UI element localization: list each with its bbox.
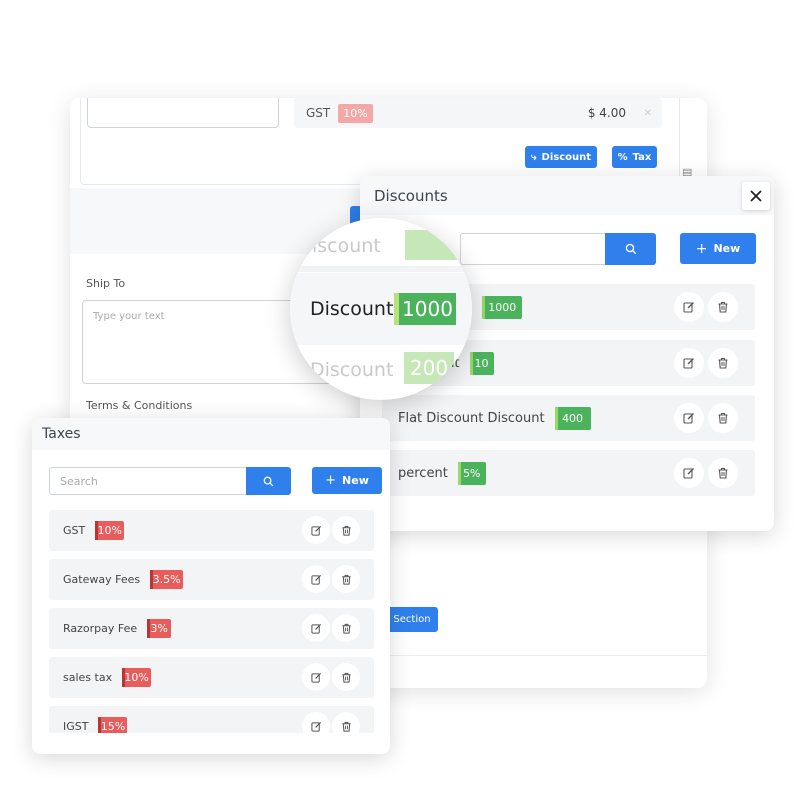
discounts-modal-header: Discounts (360, 176, 774, 215)
edit-icon (310, 525, 321, 536)
edit-icon (310, 574, 321, 585)
trash-icon (718, 412, 728, 424)
trash-icon (341, 623, 351, 634)
delete-tax-button[interactable] (332, 516, 360, 544)
magnifier-lens: iscount Discount 1000 Discount 200 (290, 218, 472, 400)
magnified-top-text: iscount (312, 235, 381, 257)
taxes-search-input[interactable]: Search (49, 467, 246, 495)
edit-icon (683, 302, 694, 313)
tax-name: GST (63, 524, 86, 537)
delete-tax-button[interactable] (332, 663, 360, 691)
magnified-row-main: Discount 1000 (290, 273, 472, 345)
magnified-row-bottom: Discount 200 (290, 350, 472, 390)
magnified-row-gap (290, 266, 472, 272)
magnified-main-text: Discount (310, 298, 394, 320)
edit-discount-button[interactable] (674, 458, 704, 488)
search-icon (263, 476, 274, 486)
edit-icon (310, 721, 321, 732)
discount-arrow-icon: ⤷ (530, 151, 537, 163)
edit-icon (683, 358, 694, 369)
delete-tax-button[interactable] (332, 614, 360, 642)
tax-name: IGST (63, 720, 89, 733)
edit-discount-button[interactable] (674, 403, 704, 433)
edit-discount-button[interactable] (674, 292, 704, 322)
discounts-search-input[interactable] (460, 233, 605, 265)
percent-icon: % (617, 151, 628, 163)
ship-to-label: Ship To (86, 277, 126, 290)
discounts-search-row (460, 233, 656, 265)
trash-icon (341, 574, 351, 585)
gst-line-rate-badge: 10% (338, 103, 373, 123)
edit-icon (310, 672, 321, 683)
edit-icon (683, 413, 694, 424)
add-tax-button[interactable]: % Tax (612, 146, 657, 168)
edit-tax-button[interactable] (302, 614, 330, 642)
add-discount-label: Discount (541, 151, 592, 163)
tax-rate-badge: 3.5% (150, 570, 184, 589)
discount-value-badge: 1000 (482, 295, 523, 319)
tax-name: sales tax (63, 671, 113, 684)
trash-icon (341, 672, 351, 683)
magnified-bottom-badge: 200 (404, 352, 454, 384)
new-tax-button[interactable]: + New (312, 467, 382, 494)
taxes-list-viewport: Taxes Search + New GST 10% Gateway Fees … (32, 418, 390, 733)
delete-tax-button[interactable] (332, 712, 360, 733)
tax-rate-badge: 10% (122, 668, 152, 687)
gst-line-label: GST (306, 106, 331, 120)
tax-rate-badge: 3% (147, 619, 172, 638)
magnified-top-badge (405, 230, 465, 260)
delete-discount-button[interactable] (708, 292, 738, 322)
trash-icon (341, 721, 351, 732)
edit-tax-button[interactable] (302, 516, 330, 544)
magnified-main-badge: 1000 (394, 293, 456, 325)
delete-discount-button[interactable] (708, 403, 738, 433)
tax-name: Gateway Fees (63, 573, 141, 586)
taxes-search-row: Search (49, 467, 291, 495)
remove-icon[interactable]: ✕ (644, 108, 652, 119)
discount-value-badge: 400 (554, 406, 591, 430)
edit-icon (683, 468, 694, 479)
magnified-row-top: iscount (290, 226, 472, 266)
discount-name: percent (398, 465, 448, 481)
new-discount-button[interactable]: + New (680, 233, 756, 264)
delete-tax-button[interactable] (332, 565, 360, 593)
trash-icon (718, 357, 728, 369)
close-button[interactable] (742, 182, 770, 210)
discount-value-badge: 5% (457, 461, 486, 485)
delete-discount-button[interactable] (708, 458, 738, 488)
trash-icon (718, 301, 728, 313)
discount-name: Flat Discount Discount (398, 410, 545, 426)
add-discount-button[interactable]: ⤷ Discount (525, 146, 597, 168)
tax-rate-badge: 10% (95, 521, 125, 540)
add-tax-label: Tax (632, 151, 652, 163)
tax-rate-badge: 15% (98, 717, 128, 733)
discounts-title: Discounts (374, 186, 448, 205)
taxes-title: Taxes (42, 426, 81, 442)
gst-line-amount: $ 4.00 (587, 106, 626, 120)
search-icon (625, 243, 636, 255)
terms-label: Terms & Conditions (86, 399, 193, 412)
trash-icon (341, 525, 351, 536)
plus-icon: + (325, 473, 337, 488)
magnified-bottom-text: Discount (310, 359, 394, 381)
taxes-modal-header: Taxes (32, 418, 390, 450)
edit-tax-button[interactable] (302, 663, 330, 691)
discount-value-badge: 10 (469, 351, 494, 375)
trash-icon (718, 467, 728, 479)
add-section-button[interactable]: Section (386, 607, 438, 632)
edit-tax-button[interactable] (302, 712, 330, 733)
new-discount-label: New (713, 242, 741, 255)
tax-name: Razorpay Fee (63, 622, 138, 635)
taxes-search-button[interactable] (246, 467, 291, 495)
edit-discount-button[interactable] (674, 348, 704, 378)
edit-tax-button[interactable] (302, 565, 330, 593)
plus-icon: + (695, 240, 708, 257)
taxes-modal: Taxes Search + New GST 10% Gateway Fees … (32, 418, 390, 754)
new-tax-label: New (342, 474, 369, 487)
close-icon (750, 190, 762, 202)
delete-discount-button[interactable] (708, 348, 738, 378)
gst-line-item: GST 10% $ 4.00 ✕ (294, 98, 662, 128)
discounts-search-button[interactable] (605, 233, 656, 265)
edit-icon (310, 623, 321, 634)
